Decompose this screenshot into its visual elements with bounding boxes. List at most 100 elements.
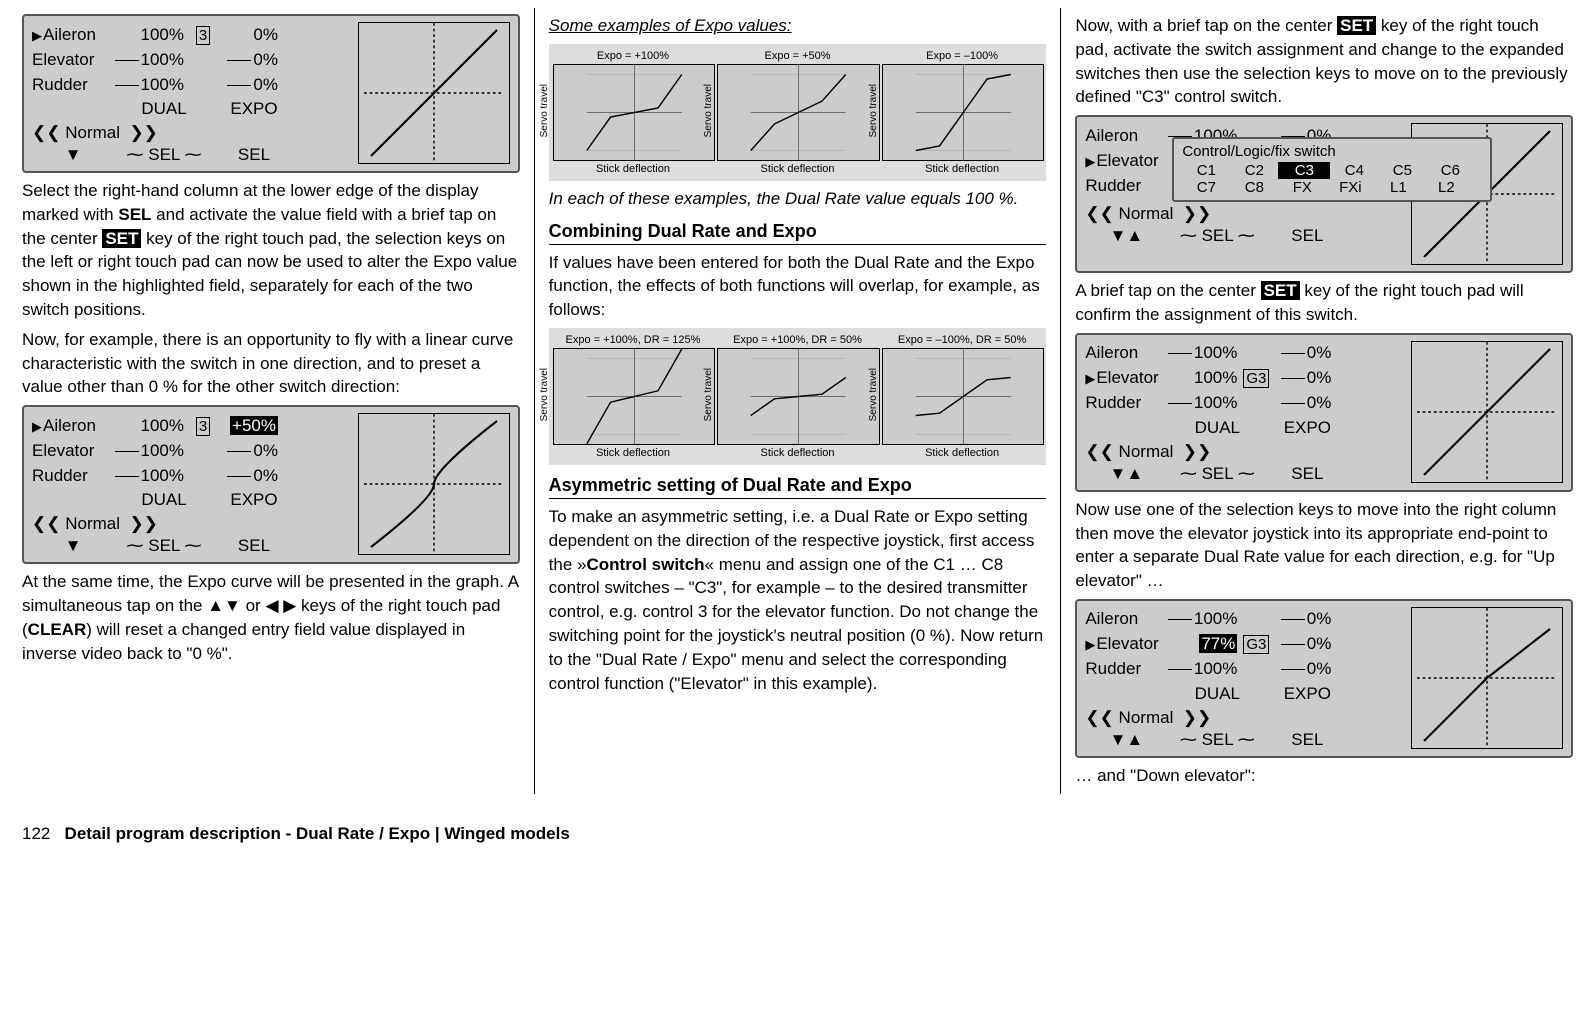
chart-title: Expo = +100%, DR = 50% xyxy=(717,334,878,346)
dual-value: 100% xyxy=(114,441,188,461)
footer-title: Detail program description - Dual Rate /… xyxy=(65,824,570,843)
page: Aileron100%30%Elevator100%0%Rudder100%0%… xyxy=(8,8,1587,794)
channel-label: Elevator xyxy=(32,50,114,70)
mini-chart: Expo = +100%Servo travelStick deflection xyxy=(553,50,714,175)
chart-title: Expo = +50% xyxy=(717,50,878,62)
table-row: Rudder100%0% xyxy=(1085,391,1405,416)
chart-title: Expo = –100%, DR = 50% xyxy=(882,334,1043,346)
table-row: Elevator100%G30% xyxy=(1085,366,1405,391)
sel-row: ▼⁓ SEL ⁓SEL xyxy=(32,536,352,556)
x-axis-label: Stick deflection xyxy=(717,163,878,175)
chart-row-2: Expo = +100%, DR = 125%Servo travelStick… xyxy=(549,328,1047,465)
dual-value: 100% xyxy=(1167,343,1241,363)
expo-value: 0% xyxy=(218,25,278,45)
x-axis-label: Stick deflection xyxy=(553,447,714,459)
para-1: Select the right-hand column at the lowe… xyxy=(22,179,520,322)
set-key: SET xyxy=(1261,281,1300,300)
mini-chart: Expo = –100%, DR = 50%Servo travelStick … xyxy=(882,334,1043,459)
table-row: Rudder100%0% xyxy=(32,72,352,97)
y-axis-label: Servo travel xyxy=(868,84,879,137)
switch-option[interactable]: C8 xyxy=(1230,179,1278,196)
channel-label: Elevator xyxy=(1085,634,1167,654)
y-axis-label: Servo travel xyxy=(703,368,714,421)
switch-option[interactable]: C6 xyxy=(1426,162,1474,179)
dual-value: 100% xyxy=(1167,368,1241,388)
mini-chart: Expo = +100%, DR = 50%Servo travelStick … xyxy=(717,334,878,459)
header-row: DUALEXPO xyxy=(32,490,352,510)
switch-option[interactable]: C4 xyxy=(1330,162,1378,179)
para-2: Now, for example, there is an opportunit… xyxy=(22,328,520,399)
channel-label: Aileron xyxy=(1085,343,1167,363)
graph-linear xyxy=(1411,341,1563,483)
lcd-fig-2: Aileron100%3+50%Elevator100%0%Rudder100%… xyxy=(22,405,520,564)
expo-value: 0% xyxy=(1271,609,1331,629)
para-3: At the same time, the Expo curve will be… xyxy=(22,570,520,665)
page-number: 122 xyxy=(22,824,50,843)
header-row: DUALEXPO xyxy=(32,99,352,119)
sel-row: ▼▲⁓ SEL ⁓SEL xyxy=(1085,730,1405,750)
channel-label: Aileron xyxy=(1085,609,1167,629)
column-1: Aileron100%30%Elevator100%0%Rudder100%0%… xyxy=(8,8,535,794)
dual-value: 100% xyxy=(1167,659,1241,679)
set-key: SET xyxy=(1337,16,1376,35)
switch-value: G3 xyxy=(1241,368,1271,388)
y-axis-label: Servo travel xyxy=(703,84,714,137)
sel-row: ▼⁓ SEL ⁓SEL xyxy=(32,145,352,165)
switch-value: G3 xyxy=(1241,634,1271,654)
channel-label: Elevator xyxy=(1085,368,1167,388)
heading-combining: Combining Dual Rate and Expo xyxy=(549,221,1047,245)
chart-row-1: Expo = +100% Servo travel Stick deflection… xyxy=(549,44,1047,181)
table-row: Elevator100%0% xyxy=(32,47,352,72)
mini-chart: Expo = +50% Servo travel Stick deflection xyxy=(717,50,878,175)
dual-value: 100% xyxy=(114,416,188,436)
table-row: Elevator77%G30% xyxy=(1085,632,1405,657)
switch-option[interactable]: L2 xyxy=(1422,179,1470,196)
phase-row: ❮❮ Normal ❯❯ xyxy=(1085,708,1405,728)
switch-option[interactable]: FXi xyxy=(1326,179,1374,196)
para-c3-4: … and "Down elevator": xyxy=(1075,764,1573,788)
table-row: Aileron100%0% xyxy=(1085,341,1405,366)
chart-caption-1: In each of these examples, the Dual Rate… xyxy=(549,187,1047,211)
para-asymmetric: To make an asymmetric setting, i.e. a Du… xyxy=(549,505,1047,695)
switch-option[interactable]: C7 xyxy=(1182,179,1230,196)
page-footer: 122 Detail program description - Dual Ra… xyxy=(8,824,1587,844)
switch-option[interactable]: C1 xyxy=(1182,162,1230,179)
x-axis-label: Stick deflection xyxy=(882,447,1043,459)
para-combining: If values have been entered for both the… xyxy=(549,251,1047,322)
phase-row: ❮❮ Normal ❯❯ xyxy=(32,514,352,534)
phase-row: ❮❮ Normal ❯❯ xyxy=(1085,204,1405,224)
chart-title: Expo = +100% xyxy=(553,50,714,62)
switch-option[interactable]: C3 xyxy=(1278,162,1330,179)
switch-option[interactable]: L1 xyxy=(1374,179,1422,196)
channel-label: Rudder xyxy=(32,75,114,95)
table-row: Aileron100%0% xyxy=(1085,607,1405,632)
expo-value: 0% xyxy=(218,441,278,461)
table-row: Elevator100% 0% xyxy=(32,438,352,463)
switch-option[interactable]: C2 xyxy=(1230,162,1278,179)
switch-option[interactable]: C5 xyxy=(1378,162,1426,179)
channel-label: Aileron xyxy=(1085,126,1167,146)
expo-value: 0% xyxy=(1271,393,1331,413)
sel-row: ▼▲⁓ SEL ⁓SEL xyxy=(1085,464,1405,484)
dual-value: 100% xyxy=(114,466,188,486)
expo-value: 0% xyxy=(218,50,278,70)
channel-label: Elevator xyxy=(32,441,114,461)
channel-label: Rudder xyxy=(1085,659,1167,679)
switch-popup: Control/Logic/fix switch C1C2C3C4C5C6 C7C8… xyxy=(1172,137,1492,202)
set-key: SET xyxy=(102,229,141,248)
switch-option[interactable]: FX xyxy=(1278,179,1326,196)
expo-value: 0% xyxy=(218,75,278,95)
channel-label: Aileron xyxy=(32,25,114,45)
channel-label: Rudder xyxy=(32,466,114,486)
header-row: DUALEXPO xyxy=(1085,418,1405,438)
column-2: Some examples of Expo values: Expo = +10… xyxy=(535,8,1062,794)
popup-title: Control/Logic/fix switch xyxy=(1182,143,1482,160)
sel-row: ▼▲⁓ SEL ⁓SEL xyxy=(1085,226,1405,246)
heading-examples: Some examples of Expo values: xyxy=(549,14,1047,38)
switch-value: 3 xyxy=(188,25,218,45)
expo-value: 0% xyxy=(218,466,278,486)
y-axis-label: Servo travel xyxy=(539,84,550,137)
table-row: Aileron100%3+50% xyxy=(32,413,352,438)
channel-label: Elevator xyxy=(1085,151,1167,171)
expo-value: 0% xyxy=(1271,659,1331,679)
